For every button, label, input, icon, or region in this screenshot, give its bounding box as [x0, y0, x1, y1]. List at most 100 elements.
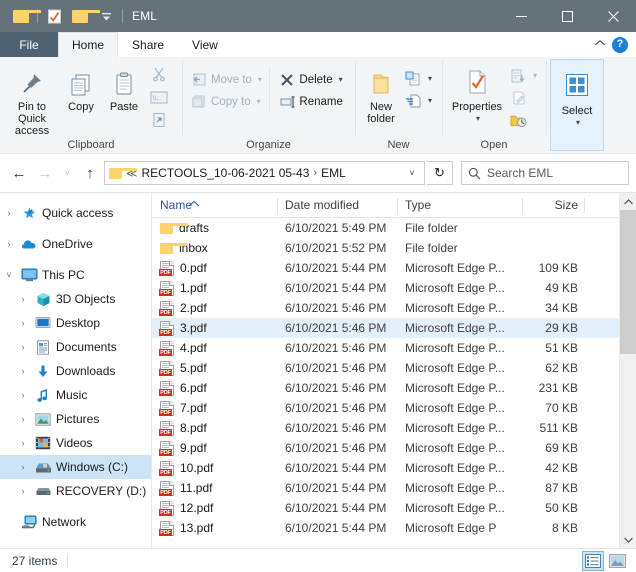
table-row[interactable]: PDF 4.pdf 6/10/2021 5:46 PM Microsoft Ed…: [152, 338, 636, 358]
table-row[interactable]: PDF 6.pdf 6/10/2021 5:46 PM Microsoft Ed…: [152, 378, 636, 398]
sidebar-label: Desktop: [56, 316, 101, 330]
back-button[interactable]: ←: [7, 161, 31, 185]
expander-icon[interactable]: ›: [14, 318, 32, 328]
close-button[interactable]: [590, 0, 636, 32]
scrollbar-thumb[interactable]: [620, 210, 636, 355]
expander-icon[interactable]: ›: [14, 414, 32, 424]
breadcrumb-item-0[interactable]: RECTOOLS_10-06-2021 05-43: [142, 166, 310, 180]
expander-icon[interactable]: ›: [0, 208, 18, 218]
move-to-button[interactable]: Move to ▾: [186, 69, 269, 90]
sidebar-item-onedrive[interactable]: › OneDrive: [0, 232, 151, 256]
details-view-button[interactable]: [582, 550, 604, 571]
sidebar-label: Network: [42, 515, 87, 529]
select-grid-icon: [562, 68, 592, 102]
sidebar-item-downloads[interactable]: › Downloads: [0, 359, 151, 383]
ribbon-group-label-organize: Organize: [246, 139, 291, 151]
maximize-button[interactable]: [544, 0, 590, 32]
column-header-date-modified[interactable]: Date modified: [277, 193, 397, 218]
column-header-type[interactable]: Type: [397, 193, 522, 218]
expander-icon[interactable]: ›: [14, 342, 32, 352]
recent-locations-button[interactable]: ˅: [59, 161, 76, 185]
address-dropdown-icon[interactable]: ˅: [402, 168, 422, 178]
open-small-buttons: ▾: [508, 62, 539, 130]
copy-to-button[interactable]: Copy to ▾: [186, 91, 269, 112]
table-row[interactable]: PDF 1.pdf 6/10/2021 5:44 PM Microsoft Ed…: [152, 278, 636, 298]
sidebar-item-music[interactable]: › Music: [0, 383, 151, 407]
paste-shortcut-icon: [148, 110, 170, 130]
sidebar-item-desktop[interactable]: › Desktop: [0, 311, 151, 335]
new-folder-button[interactable]: New folder: [359, 62, 403, 125]
expander-icon[interactable]: ›: [14, 390, 32, 400]
table-row[interactable]: PDF 7.pdf 6/10/2021 5:46 PM Microsoft Ed…: [152, 398, 636, 418]
expander-icon[interactable]: ›: [14, 438, 32, 448]
tab-home[interactable]: Home: [58, 32, 119, 57]
search-input[interactable]: Search EML: [487, 166, 553, 180]
tab-file[interactable]: File: [0, 32, 58, 57]
refresh-button[interactable]: ↻: [427, 161, 453, 185]
properties-check-icon[interactable]: [41, 4, 67, 28]
address-breadcrumb-box[interactable]: ≪ RECTOOLS_10-06-2021 05-43 › EML ˅: [104, 161, 425, 185]
table-row[interactable]: PDF 11.pdf 6/10/2021 5:44 PM Microsoft E…: [152, 478, 636, 498]
tab-view[interactable]: View: [178, 32, 232, 57]
help-icon[interactable]: ?: [612, 36, 628, 53]
table-row[interactable]: PDF 2.pdf 6/10/2021 5:46 PM Microsoft Ed…: [152, 298, 636, 318]
expander-icon[interactable]: ›: [14, 294, 32, 304]
column-header-name[interactable]: Name: [152, 193, 277, 218]
column-header-size[interactable]: Size: [522, 193, 584, 218]
sidebar-item-documents[interactable]: › Documents: [0, 335, 151, 359]
expander-icon[interactable]: ›: [14, 366, 32, 376]
search-box[interactable]: Search EML: [461, 161, 629, 185]
sidebar-item-pictures[interactable]: › Pictures: [0, 407, 151, 431]
table-row[interactable]: PDF 13.pdf 6/10/2021 5:44 PM Microsoft E…: [152, 518, 636, 538]
select-button[interactable]: Select ▾: [550, 59, 604, 151]
sidebar-label: Pictures: [56, 412, 100, 426]
table-row[interactable]: inbox 6/10/2021 5:52 PM File folder: [152, 238, 636, 258]
properties-button[interactable]: Properties ▾: [446, 62, 508, 125]
sidebar-item-windows-c[interactable]: › Windows (C:): [0, 455, 151, 479]
rename-button[interactable]: Rename: [274, 91, 351, 112]
copy-button[interactable]: Copy: [60, 62, 102, 113]
tab-share[interactable]: Share: [118, 32, 179, 57]
large-icons-view-button[interactable]: [606, 551, 628, 571]
easy-access-button[interactable]: ▾: [403, 90, 434, 111]
table-row[interactable]: PDF 3.pdf 6/10/2021 5:46 PM Microsoft Ed…: [152, 318, 636, 338]
sidebar-item-recovery-d[interactable]: › RECOVERY (D:): [0, 479, 151, 503]
sidebar-item-3d-objects[interactable]: › 3D Objects: [0, 287, 151, 311]
customize-qat-icon[interactable]: [93, 4, 119, 28]
sidebar-item-videos[interactable]: › Videos: [0, 431, 151, 455]
scroll-up-arrow-icon[interactable]: [620, 193, 636, 210]
expander-icon[interactable]: ›: [0, 239, 18, 249]
up-button[interactable]: ↑: [78, 161, 102, 185]
scroll-down-arrow-icon[interactable]: [620, 531, 636, 548]
table-row[interactable]: PDF 8.pdf 6/10/2021 5:46 PM Microsoft Ed…: [152, 418, 636, 438]
new-item-button[interactable]: ▾: [403, 68, 434, 89]
scrollbar-track[interactable]: [620, 210, 636, 531]
paste-button[interactable]: Paste: [102, 62, 146, 113]
forward-button[interactable]: →: [33, 161, 57, 185]
sidebar-item-network[interactable]: Network: [0, 510, 151, 534]
expander-icon[interactable]: ›: [14, 462, 32, 472]
table-row[interactable]: PDF 12.pdf 6/10/2021 5:44 PM Microsoft E…: [152, 498, 636, 518]
table-row[interactable]: PDF 0.pdf 6/10/2021 5:44 PM Microsoft Ed…: [152, 258, 636, 278]
pdf-icon: PDF: [159, 440, 174, 456]
table-row[interactable]: PDF 10.pdf 6/10/2021 5:44 PM Microsoft E…: [152, 458, 636, 478]
sidebar-item-this-pc[interactable]: ˅ This PC: [0, 263, 151, 287]
breadcrumb-separator[interactable]: ›: [313, 167, 317, 179]
open-button[interactable]: ▾: [508, 65, 539, 86]
edit-button[interactable]: [508, 87, 539, 108]
expander-icon[interactable]: ›: [14, 486, 32, 496]
table-row[interactable]: drafts 6/10/2021 5:49 PM File folder: [152, 218, 636, 238]
delete-button[interactable]: Delete ▾: [274, 69, 351, 90]
view-mode-buttons: [582, 550, 630, 571]
new-folder-icon[interactable]: [67, 4, 100, 28]
expander-icon[interactable]: ˅: [0, 270, 18, 280]
vertical-scrollbar[interactable]: [619, 193, 636, 548]
sidebar-item-quick-access[interactable]: › Quick access: [0, 201, 151, 225]
table-row[interactable]: PDF 5.pdf 6/10/2021 5:46 PM Microsoft Ed…: [152, 358, 636, 378]
history-button[interactable]: [508, 109, 539, 130]
breadcrumb-item-1[interactable]: EML: [321, 166, 346, 180]
table-row[interactable]: PDF 9.pdf 6/10/2021 5:46 PM Microsoft Ed…: [152, 438, 636, 458]
minimize-button[interactable]: [498, 0, 544, 32]
pin-to-quick-access-button[interactable]: Pin to Quick access: [4, 62, 60, 137]
collapse-ribbon-icon[interactable]: [594, 39, 606, 51]
